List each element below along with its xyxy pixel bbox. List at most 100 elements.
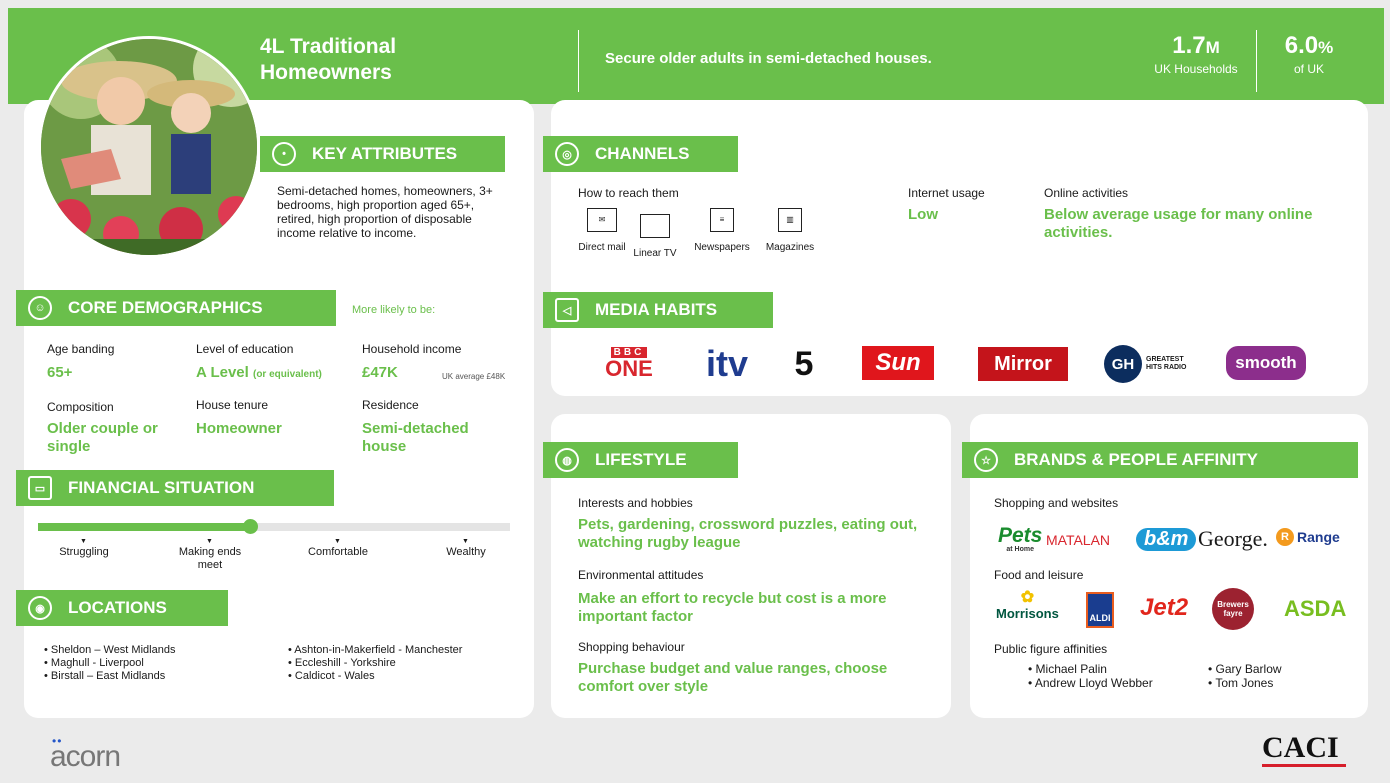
online-activities-label: Online activities [1044,186,1129,200]
greatest-hits-radio-logo: GH GREATEST HITS RADIO [1104,344,1204,384]
person-item: • Tom Jones [1208,676,1274,690]
tenure-value: Homeowner [196,420,282,437]
channel-direct-mail: ✉ Direct mail [577,208,627,254]
person-item: • Andrew Lloyd Webber [1028,676,1153,690]
broadcast-icon: ◎ [555,142,579,166]
shopping-behaviour-label: Shopping behaviour [578,640,685,654]
asda-logo: ASDA [1284,596,1347,621]
channels-title: CHANNELS [595,144,690,163]
financial-header: ▭ FINANCIAL SITUATION [16,470,334,506]
online-activities-value: Below average usage for many online acti… [1044,206,1313,241]
location-item: • Sheldon – West Midlands [44,644,176,656]
channel-label: Newspapers [694,242,750,253]
morrisons-flower-icon: ✿ [1020,589,1035,606]
acorn-wordmark: acorn [50,740,121,773]
residence-label: Residence [362,398,419,412]
shopping-websites-label: Shopping and websites [994,496,1119,510]
locations-list-right: • Ashton-in-Makerfield - Manchester • Ec… [288,644,462,683]
morrisons-wordmark: Morrisons [996,606,1059,621]
share-label: of UK [1293,62,1324,76]
channel-label: Magazines [765,242,815,253]
shopping-behaviour-value: Purchase budget and value ranges, choose… [578,660,888,695]
pets-at-home-logo: Pets at Home [998,525,1042,553]
location-item: • Birstall – East Midlands [44,670,166,682]
caci-logo: CACI [1262,732,1346,767]
tick-wealthy: ▼ [462,538,469,545]
stat-divider [1256,30,1257,92]
scale-label-wealthy: Wealthy [446,546,486,558]
location-pin-icon: ◉ [28,596,52,620]
internet-usage-label: Internet usage [908,186,985,200]
segment-photo [38,36,260,258]
location-item: • Maghull - Liverpool [44,657,144,669]
locations-title: LOCATIONS [68,598,167,617]
channel-5-logo: 5 [794,344,814,383]
share-unit: % [1318,38,1334,57]
smooth-radio-logo: smooth [1226,346,1306,380]
food-leisure-label: Food and leisure [994,568,1084,582]
location-item: • Caldicot - Wales [288,670,375,682]
pets-subtitle: at Home [1006,546,1034,553]
households-unit: M [1205,38,1220,57]
newspaper-icon: ≡ [710,208,734,232]
gh-mark: GH [1104,345,1142,383]
people-list-left: • Michael Palin • Andrew Lloyd Webber [1028,662,1153,690]
brands-header: ☆ BRANDS & PEOPLE AFFINITY [962,442,1358,478]
lifestyle-title: LIFESTYLE [595,450,687,469]
lifestyle-header: ◍ LIFESTYLE [543,442,738,478]
megaphone-icon: ◁ [555,298,579,322]
person-icon: ☺ [28,296,52,320]
age-label: Age banding [47,342,115,356]
segment-title: 4L Traditional Homeowners [260,35,397,84]
mirror-logo: Mirror [978,347,1068,381]
financial-title: FINANCIAL SITUATION [68,478,255,497]
the-range-logo: R Range [1276,528,1340,546]
households-label: UK Households [1154,62,1238,76]
environmental-label: Environmental attitudes [578,568,704,582]
range-wordmark: Range [1297,529,1340,545]
target-icon: • [272,142,296,166]
itv-logo: itv [705,343,748,384]
education-main: A Level [196,364,249,381]
core-demographics-title: CORE DEMOGRAPHICS [68,298,263,317]
person-item: • Michael Palin [1028,662,1107,676]
header-divider [578,30,579,92]
range-mark: R [1276,528,1294,546]
channel-newspapers: ≡ Newspapers [690,208,754,254]
environmental-value: Make an effort to recycle but cost is a … [578,590,887,625]
media-habits-header: ◁ MEDIA HABITS [543,292,773,328]
key-attributes-title: KEY ATTRIBUTES [312,144,458,163]
segment-tagline: Secure older adults in semi-detached hou… [605,50,932,67]
internet-usage-value: Low [908,206,938,223]
core-demographics-header: ☺ CORE DEMOGRAPHICS [16,290,336,326]
people-list-right: • Gary Barlow • Tom Jones [1208,662,1282,690]
gh-wordmark: GREATEST HITS RADIO [1146,356,1187,371]
locations-list-left: • Sheldon – West Midlands • Maghull - Li… [44,644,175,683]
location-item: • Ashton-in-Makerfield - Manchester [288,644,463,656]
brewers-fayre-logo: Brewers fayre [1212,588,1254,630]
caci-wordmark: CACI [1262,731,1339,764]
scale-label-struggling: Struggling [59,546,109,558]
tv-icon [640,214,670,238]
financial-scale-fill [38,523,250,531]
caci-underline [1262,764,1346,767]
channel-label: Linear TV [633,248,677,259]
jet2-logo: Jet2 [1140,594,1189,621]
education-value: A Level (or equivalent) [196,364,322,384]
households-value: 1.7 [1172,32,1206,59]
scale-label-making-ends-meet: Making ends meet [178,546,242,571]
tenure-label: House tenure [196,398,269,412]
education-note: (or equivalent) [252,369,322,380]
one-wordmark: ONE [605,355,653,381]
channel-label: Direct mail [578,242,626,253]
envelope-icon: ✉ [587,208,617,232]
interests-value: Pets, gardening, crossword puzzles, eati… [578,516,918,551]
key-attributes-header: • KEY ATTRIBUTES [260,136,505,172]
media-habits-title: MEDIA HABITS [595,300,718,319]
morrisons-logo: ✿ Morrisons [996,589,1059,622]
key-attributes-text: Semi-detached homes, homeowners, 3+ bedr… [277,184,493,240]
globe-icon: ◍ [555,448,579,472]
composition-value: Older couple or single [47,420,158,455]
tick-struggling: ▼ [80,538,87,545]
the-sun-logo: Sun [862,346,934,380]
